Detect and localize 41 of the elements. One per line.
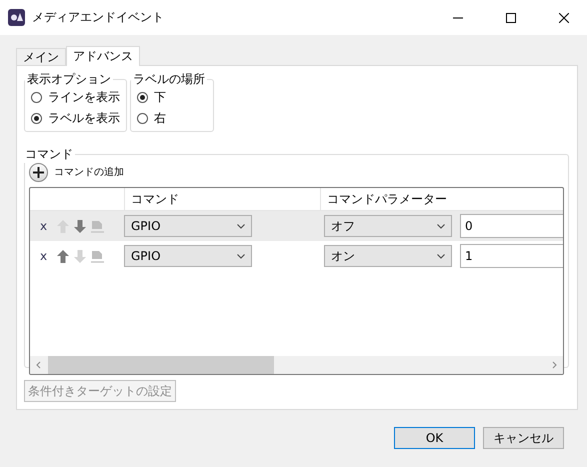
radio-label: ラインを表示 — [48, 88, 120, 106]
remove-button[interactable]: x — [40, 219, 54, 233]
chevron-down-icon — [237, 254, 245, 258]
up-arrow-icon[interactable] — [56, 248, 70, 264]
value-field[interactable]: 0 — [460, 214, 563, 238]
tab[interactable]: メイン — [16, 48, 66, 65]
maximize-icon — [506, 12, 516, 22]
radio-button[interactable] — [137, 92, 148, 102]
column-header: コマンドパラメーター — [320, 188, 563, 210]
add-label: コマンドの追加 — [54, 166, 124, 179]
radio-label: 右 — [154, 110, 166, 126]
close-icon — [559, 12, 569, 22]
value-field[interactable]: 1 — [460, 244, 563, 268]
radio-button[interactable] — [137, 112, 148, 124]
group-title: ラベルの場所 — [132, 71, 206, 88]
column-header: コマンド — [124, 188, 320, 210]
cancel-button[interactable]: キャンセル — [483, 427, 564, 449]
radio-button[interactable] — [31, 112, 42, 124]
radio-button[interactable] — [31, 92, 42, 102]
radio-label: 下 — [154, 88, 166, 106]
plus-icon — [33, 166, 44, 178]
group-title: 表示オプション — [26, 71, 112, 88]
remove-button[interactable]: x — [40, 249, 54, 263]
parameter-dropdown[interactable]: オフ — [324, 215, 452, 237]
radio-label: ラベルを表示 — [48, 110, 120, 126]
group-title: コマンド — [24, 146, 74, 163]
tab[interactable]: アドバンス — [66, 46, 140, 66]
ok-button[interactable]: OK — [394, 427, 475, 449]
stamp-icon — [90, 218, 106, 234]
chevron-down-icon — [237, 224, 245, 228]
command-dropdown[interactable]: GPIO — [124, 245, 252, 267]
add-button[interactable] — [29, 162, 48, 182]
horizontal-scrollbar[interactable] — [30, 356, 563, 374]
window-title: メディアエンドイベント — [32, 9, 165, 26]
chevron-down-icon — [437, 254, 445, 258]
chevron-down-icon — [437, 224, 445, 228]
app-logo-icon — [8, 9, 25, 26]
parameter-dropdown[interactable]: オン — [324, 245, 452, 267]
command-dropdown[interactable]: GPIO — [124, 215, 252, 237]
stamp-icon — [90, 248, 106, 264]
down-arrow-icon[interactable] — [73, 218, 88, 234]
